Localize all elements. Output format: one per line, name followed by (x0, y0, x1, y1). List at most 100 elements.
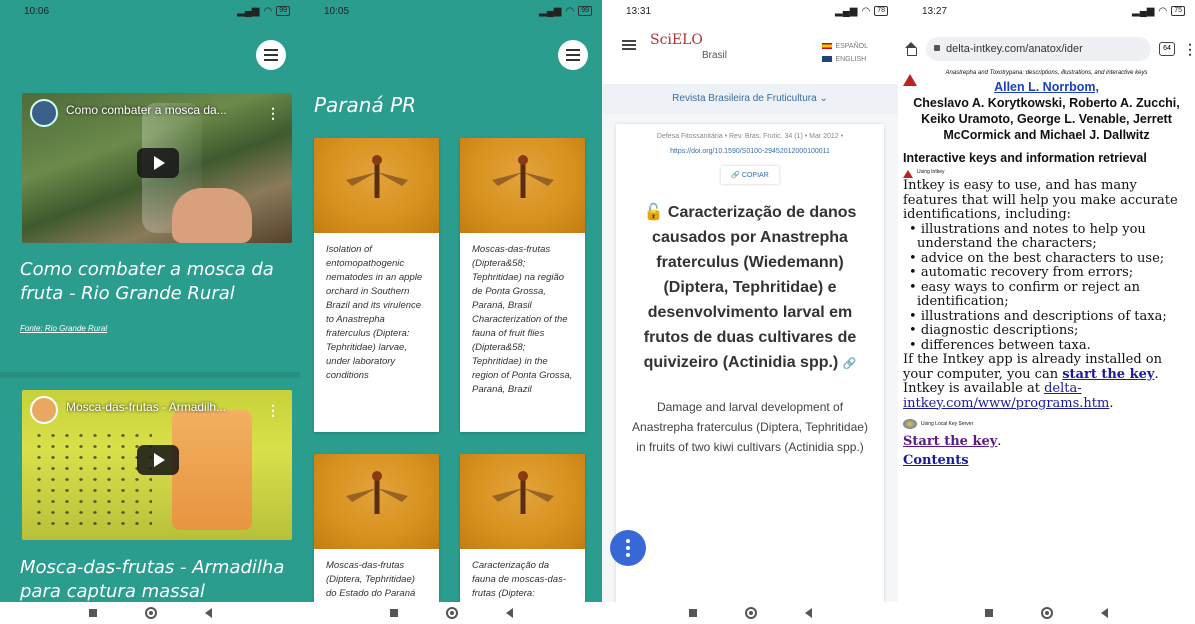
start-key-link[interactable]: start the key (1062, 367, 1154, 382)
phone-screen-youtube: 10:06 ▂▄▆ ◠ 99 Como combater a mosca da...… (0, 0, 300, 624)
fruit-fly-image (460, 454, 585, 549)
status-bar: 10:06 ▂▄▆ ◠ 99 (0, 0, 300, 22)
chevron-down-icon: ⌄ (819, 93, 828, 104)
signal-icon: ▂▄▆ (539, 5, 562, 17)
brand-country: Brasil (702, 50, 728, 61)
copy-button[interactable]: 🔗 COPIAR (721, 166, 779, 184)
status-bar: 10:05 ▂▄▆ ◠ 99 (300, 0, 602, 22)
using-intkey-label: Using Intkey (903, 169, 1190, 179)
wifi-icon: ◠ (1158, 5, 1168, 17)
link-icon[interactable]: 🔗 (843, 358, 857, 370)
video-player-2[interactable]: Mosca-das-frutas - Armadilh... ⋮ (22, 390, 292, 540)
tab-switcher-icon[interactable]: 64 (1159, 42, 1175, 56)
video-title: Mosca-das-frutas - Armadilh... (66, 400, 227, 414)
more-options-button[interactable] (610, 530, 646, 566)
flag-uk-icon (822, 56, 833, 63)
fruit-fly-image (314, 138, 439, 233)
back-icon[interactable] (1101, 608, 1108, 618)
phone-screen-gallery: 10:05 ▂▄▆ ◠ 99 Paraná PR Isolation of ento… (300, 0, 602, 624)
list-item: illustrations and descriptions of taxa; (903, 309, 1190, 325)
article-title-1[interactable]: Como combater a mosca da fruta - Rio Gra… (20, 258, 290, 306)
signal-icon: ▂▄▆ (1132, 5, 1155, 17)
menu-button[interactable] (256, 40, 286, 70)
menu-icon[interactable] (622, 40, 636, 50)
list-item: easy ways to confirm or reject an identi… (903, 280, 1190, 310)
channel-avatar (30, 396, 58, 424)
article-card[interactable]: Caracterização da fauna de moscas-das-fr… (460, 454, 585, 614)
fruit-fly-image (460, 138, 585, 233)
doi-link[interactable]: https://doi.org/10.1590/S0100-2945201200… (616, 147, 884, 156)
battery-icon: 78 (874, 6, 888, 16)
article-subtitle: Damage and larval development of Anastre… (632, 400, 868, 454)
address-bar[interactable]: delta-intkey.com/anatox/ider (926, 37, 1151, 61)
play-icon[interactable] (137, 148, 179, 178)
page-title: Paraná PR (314, 93, 417, 117)
video-player-1[interactable]: Como combater a mosca da... ⋮ (22, 93, 292, 243)
home-icon[interactable] (744, 607, 757, 619)
phone-screen-scielo: 13:31 ▂▄▆ ◠ 78 SciELO Brasil ESPAÑOL ENGLI… (602, 0, 898, 624)
list-item: diagnostic descriptions; (903, 323, 1190, 339)
author-link[interactable]: Allen L. Norrbom, (994, 80, 1099, 94)
battery-icon: 99 (578, 6, 592, 16)
list-item: differences between taxa. (903, 338, 1190, 354)
status-time: 10:05 (324, 5, 350, 17)
card-text: Moscas-das-frutas (Diptera&58; Tephritid… (472, 244, 573, 395)
recents-icon[interactable] (88, 609, 97, 617)
lang-en-link[interactable]: ENGLISH (822, 53, 868, 66)
home-icon[interactable] (904, 42, 918, 56)
authors: Allen L. Norrbom, Cheslavo A. Korytkowsk… (913, 80, 1180, 142)
warning-triangle-icon (903, 74, 917, 86)
menu-button[interactable] (558, 40, 588, 70)
home-icon[interactable] (445, 607, 458, 619)
local-key-server: Using Local Key Server (903, 417, 1190, 431)
intkey-description: Intkey is easy to use, and has many feat… (903, 178, 1190, 468)
more-options-icon[interactable]: ⋮ (266, 105, 280, 122)
status-time: 13:27 (922, 5, 948, 17)
lang-es-link[interactable]: ESPAÑOL (822, 40, 868, 53)
recents-icon[interactable] (688, 609, 697, 617)
back-icon[interactable] (505, 608, 513, 618)
article-card: Defesa Fitossanitária • Rev. Bras. Fruti… (616, 124, 884, 602)
article-card[interactable]: Isolation of entomopathogenic nematodes … (314, 138, 439, 432)
source-link[interactable]: Fonte: Rio Grande Rural (20, 324, 107, 333)
language-selector: ESPAÑOL ENGLISH (822, 40, 868, 66)
back-icon[interactable] (804, 608, 812, 618)
feature-list: illustrations and notes to help you unde… (903, 222, 1190, 354)
contents-link[interactable]: Contents (903, 453, 969, 468)
back-icon[interactable] (204, 608, 212, 618)
status-time: 10:06 (24, 5, 50, 17)
recents-icon[interactable] (985, 609, 993, 617)
start-key-button[interactable]: Start the key (903, 434, 997, 449)
article-card[interactable]: Moscas-das-frutas (Diptera&58; Tephritid… (460, 138, 585, 432)
page-subtitle: Anastrepha and Toxotrypana: descriptions… (945, 70, 1148, 76)
channel-avatar (30, 99, 58, 127)
status-time: 13:31 (626, 5, 652, 17)
play-icon[interactable] (137, 445, 179, 475)
status-bar: 13:27 ▂▄▆ ◠ 75 (898, 0, 1195, 22)
article-card[interactable]: Moscas-das-frutas (Diptera, Tephritidae)… (314, 454, 439, 614)
section-heading: Interactive keys and information retriev… (903, 151, 1147, 165)
video-title: Como combater a mosca da... (66, 103, 227, 117)
list-item: automatic recovery from errors; (903, 265, 1190, 281)
battery-icon: 99 (276, 6, 290, 16)
journal-selector[interactable]: Revista Brasileira de Fruticultura ⌄ (602, 84, 898, 114)
article-meta: Defesa Fitossanitária • Rev. Bras. Fruti… (656, 133, 844, 140)
list-item: illustrations and notes to help you unde… (903, 222, 1190, 252)
home-icon[interactable] (144, 607, 157, 619)
more-options-icon[interactable]: ⋮ (1183, 41, 1195, 58)
flag-es-icon (822, 43, 833, 50)
phone-screen-intkey: 13:27 ▂▄▆ ◠ 75 delta-intkey.com/anatox/ide… (898, 0, 1195, 624)
article-title-2[interactable]: Mosca-das-frutas - Armadilha para captur… (20, 556, 290, 604)
nav-bar (898, 602, 1195, 624)
warning-triangle-icon (903, 170, 913, 178)
page-content: Anastrepha and Toxotrypana: descriptions… (903, 70, 1190, 602)
list-item: advice on the best characters to use; (903, 251, 1190, 267)
article-title: 🔓 Caracterização de danos causados por A… (643, 204, 857, 371)
recents-icon[interactable] (389, 609, 398, 617)
scielo-logo[interactable]: SciELO (650, 32, 703, 48)
home-icon[interactable] (1041, 607, 1053, 619)
wifi-icon: ◠ (565, 5, 575, 17)
more-options-icon[interactable]: ⋮ (266, 402, 280, 419)
site-header: SciELO Brasil ESPAÑOL ENGLISH (602, 22, 898, 84)
nav-bar (602, 602, 898, 624)
